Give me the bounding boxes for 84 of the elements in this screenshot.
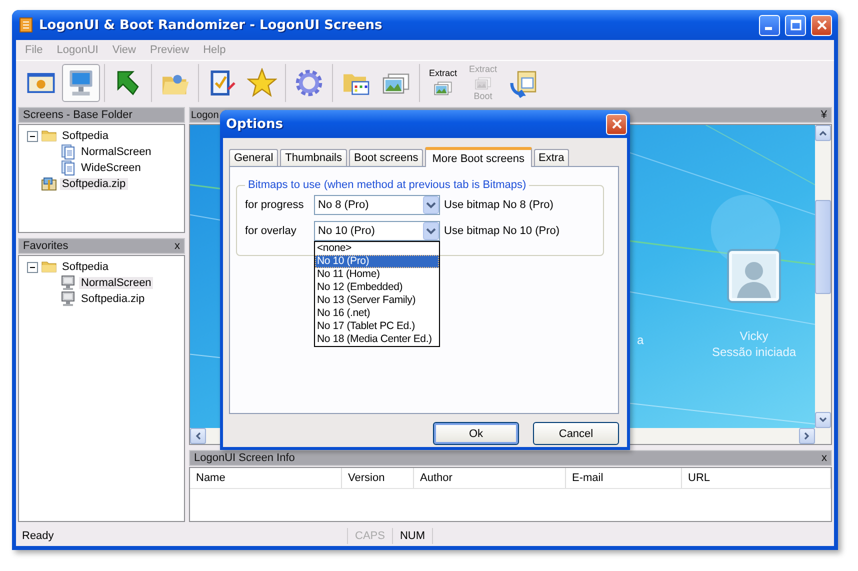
collapse-icon[interactable]: [27, 130, 38, 142]
tab[interactable]: More Boot screens: [425, 147, 532, 167]
panel-close-button[interactable]: x: [174, 240, 180, 252]
pin-button[interactable]: ¥: [820, 109, 827, 121]
tab[interactable]: General: [229, 149, 278, 166]
tree-item[interactable]: WideScreen: [79, 162, 143, 174]
scroll-thumb[interactable]: [815, 200, 831, 294]
user-name: Vicky: [740, 329, 768, 343]
dropdown-option[interactable]: No 17 (Tablet PC Ed.): [315, 320, 439, 333]
archive-icon: [41, 176, 57, 192]
close-icon: [610, 118, 622, 130]
panel-title: Logon: [191, 110, 219, 120]
field-label: for progress: [245, 199, 305, 211]
panel-close-button[interactable]: x: [822, 452, 827, 464]
monitor-icon: [60, 291, 76, 307]
dropdown-field[interactable]: No 10 (Pro): [314, 221, 440, 241]
status-text: Ready: [21, 530, 55, 542]
collapse-icon[interactable]: [27, 262, 38, 272]
maximize-icon: [790, 19, 802, 31]
dropdown-option[interactable]: No 11 (Home): [315, 268, 439, 281]
document-icon: [60, 144, 76, 160]
chevron-right-icon: [804, 432, 810, 440]
scroll-left-button[interactable]: [190, 428, 206, 444]
field-note: Use bitmap No 10 (Pro): [443, 225, 560, 237]
tab[interactable]: Thumbnails: [280, 149, 347, 166]
field-label: for overlay: [245, 225, 298, 237]
monitor-icon: [60, 275, 76, 291]
avatar-icon: [727, 249, 782, 303]
user-label: a: [637, 333, 644, 347]
chevron-down-icon: [819, 417, 827, 423]
close-button[interactable]: [606, 114, 627, 134]
tree-item[interactable]: Softpedia: [60, 261, 110, 273]
dialog-button[interactable]: Cancel: [533, 422, 619, 445]
column-header[interactable]: Version: [342, 468, 414, 488]
tree-item[interactable]: Softpedia.zip: [79, 293, 147, 305]
status-indicator: NUM: [392, 528, 434, 544]
folder-icon: [41, 259, 57, 275]
maximize-button[interactable]: [785, 14, 806, 36]
dropdown-option[interactable]: No 13 (Server Family): [315, 294, 439, 307]
scroll-down-button[interactable]: [815, 412, 831, 428]
column-header[interactable]: Name: [190, 468, 342, 488]
exchange-icon: [508, 68, 538, 98]
app-icon: [18, 17, 34, 33]
chevron-down-icon: [423, 196, 439, 214]
column-header[interactable]: URL: [682, 468, 831, 488]
tab[interactable]: Extra: [534, 149, 570, 166]
tree-item[interactable]: NormalScreen: [79, 277, 154, 289]
chevron-up-icon: [819, 130, 827, 136]
window-title: LogonUI & Boot Randomizer - LogonUI Screens: [39, 18, 384, 32]
group-title: Bitmaps to use (when method at previous tab is Bitmaps): [247, 179, 528, 191]
dropdown-option[interactable]: No 18 (Media Center Ed.): [315, 333, 439, 346]
close-button[interactable]: [811, 14, 832, 36]
folder-icon: [41, 128, 57, 144]
chevron-left-icon: [195, 432, 201, 440]
column-header[interactable]: Author: [414, 468, 566, 488]
toolbar-button[interactable]: [62, 64, 100, 102]
panel-title: Favorites: [23, 240, 68, 252]
tree-item[interactable]: NormalScreen: [79, 146, 154, 158]
dropdown-field[interactable]: No 8 (Pro): [314, 195, 440, 215]
column-header[interactable]: E-mail: [566, 468, 682, 488]
scroll-right-button[interactable]: [799, 428, 815, 444]
dropdown-option[interactable]: No 12 (Embedded): [315, 281, 439, 294]
document-icon: [60, 160, 76, 176]
dialog-title: Options: [226, 116, 284, 132]
minimize-button[interactable]: [759, 14, 780, 36]
scroll-up-button[interactable]: [815, 125, 831, 141]
status-indicator: CAPS: [347, 528, 392, 544]
toolbar-button[interactable]: Extract: [424, 64, 462, 102]
gear-icon: [294, 68, 324, 98]
tree-item[interactable]: Softpedia: [60, 130, 110, 142]
field-note: Use bitmap No 8 (Pro): [443, 199, 554, 211]
panel-title: LogonUI Screen Info: [194, 452, 295, 464]
close-icon: [816, 19, 828, 31]
panel-header: Screens - Base Folder: [18, 107, 185, 123]
dropdown-option[interactable]: <none>: [315, 242, 439, 255]
tree-item[interactable]: Softpedia.zip: [60, 178, 128, 190]
minimize-icon: [764, 27, 772, 30]
user-status: Sessão iniciada: [712, 345, 796, 359]
dropdown-option[interactable]: No 10 (Pro): [315, 255, 439, 268]
dialog-button[interactable]: Ok: [433, 422, 519, 445]
dropdown-option[interactable]: No 16 (.net): [315, 307, 439, 320]
chevron-down-icon: [423, 222, 439, 240]
tab[interactable]: Boot screens: [349, 149, 424, 166]
star-icon: [247, 68, 277, 98]
